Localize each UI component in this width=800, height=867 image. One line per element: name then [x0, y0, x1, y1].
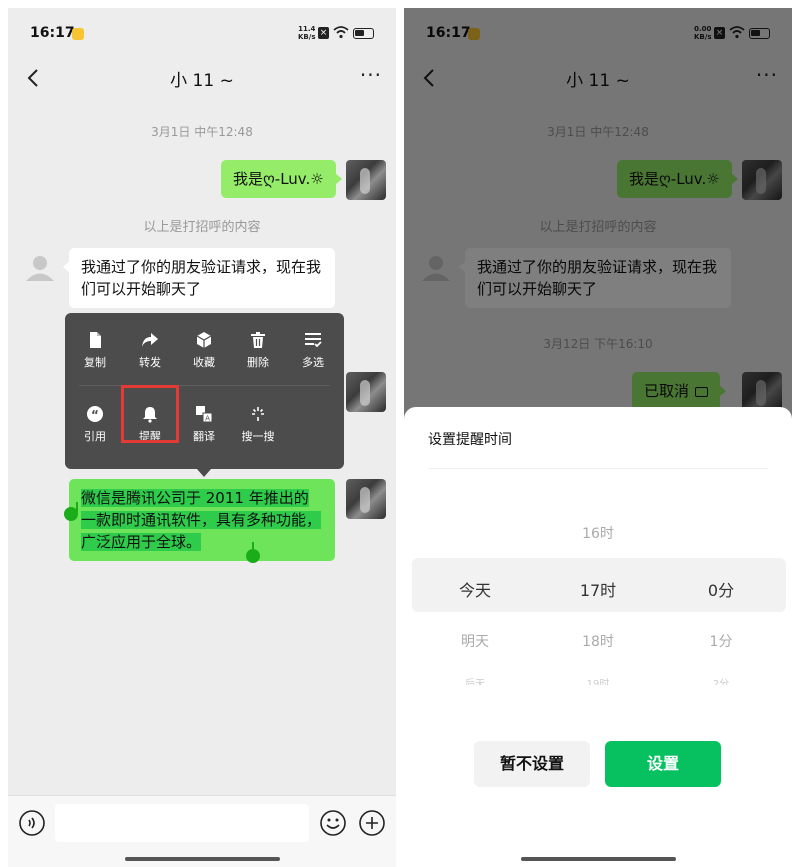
voice-icon[interactable]: [18, 809, 46, 837]
menu-label: 翻译: [193, 430, 215, 443]
menu-translate[interactable]: A 翻译: [177, 397, 231, 453]
minute-option-next[interactable]: 1分: [666, 631, 776, 651]
default-avatar-icon: [26, 256, 54, 281]
highlight-box: [121, 385, 179, 443]
menu-label: 搜一搜: [241, 430, 275, 443]
quote-icon: “: [87, 406, 103, 422]
menu-quote[interactable]: “ 引用: [68, 397, 122, 453]
selection-end-handle[interactable]: [246, 549, 260, 563]
my-avatar[interactable]: [346, 372, 386, 412]
menu-copy[interactable]: 复制: [68, 323, 122, 379]
sheet-divider: [428, 468, 768, 469]
my-avatar[interactable]: [346, 160, 386, 200]
delete-icon: [251, 332, 265, 348]
status-bar: 16:17 11.4 KB/s ×: [8, 8, 396, 58]
day-option-next2[interactable]: 后天: [420, 677, 530, 685]
sim-icon: ×: [318, 27, 329, 39]
menu-multiselect[interactable]: 多选: [286, 323, 340, 379]
reminder-title: 设置提醒时间: [428, 432, 512, 448]
svg-text:A: A: [205, 415, 210, 423]
menu-label: 多选: [302, 356, 324, 369]
forward-icon: [142, 333, 158, 347]
set-reminder-button[interactable]: 设置: [605, 741, 721, 787]
chat-screen-with-menu: 16:17 11.4 KB/s × 小 11 ~ ··· 3月1日 中午12:48…: [8, 8, 396, 867]
search-spark-icon: [252, 407, 264, 421]
reminder-bottom-sheet: 设置提醒时间 16时 今天 17时 0分 明天 18时 1分 后天 19时 2分…: [404, 407, 792, 867]
favorite-icon: [196, 332, 212, 348]
menu-favorite[interactable]: 收藏: [177, 323, 231, 379]
emoji-icon[interactable]: [319, 809, 347, 837]
menu-label: 删除: [247, 356, 269, 369]
input-bar: [8, 795, 396, 867]
chat-title: 小 11 ~: [170, 71, 234, 91]
selected-message-bubble[interactable]: 微信是腾讯公司于 2011 年推出的一款即时通讯软件，具有多种功能，广泛应用于全…: [69, 479, 335, 561]
menu-label: 转发: [139, 356, 161, 369]
selection-start-handle[interactable]: [64, 507, 78, 521]
skip-reminder-button[interactable]: 暂不设置: [474, 741, 590, 787]
day-option-next[interactable]: 明天: [420, 631, 530, 651]
selected-text: 微信是腾讯公司于 2011 年推出的一款即时通讯软件，具有多种功能，广泛应用于全…: [81, 489, 322, 551]
status-time: 16:17: [30, 25, 75, 41]
my-avatar[interactable]: [346, 479, 386, 519]
network-speed: 11.4 KB/s: [298, 25, 316, 41]
hour-picker-selected[interactable]: 17时: [543, 577, 653, 601]
multiselect-icon: [305, 333, 322, 348]
battery-icon: [353, 28, 374, 39]
menu-search[interactable]: 搜一搜: [231, 397, 285, 453]
menu-label: 复制: [84, 356, 106, 369]
svg-text:“: “: [91, 408, 99, 422]
menu-label: 收藏: [193, 356, 215, 369]
hour-option-next2[interactable]: 19时: [543, 677, 653, 685]
wifi-icon: [333, 26, 349, 39]
system-note: 以上是打招呼的内容: [143, 220, 261, 235]
hour-option-prev[interactable]: 16时: [543, 523, 653, 543]
chat-screen-with-reminder: 16:17 0.00KB/s × 小 11 ~ ··· 3月1日 中午12:48…: [404, 8, 792, 867]
home-indicator: [125, 857, 280, 861]
more-icon[interactable]: ···: [360, 63, 382, 87]
home-indicator: [521, 857, 676, 861]
message-input[interactable]: [55, 804, 309, 842]
minute-option-next2[interactable]: 2分: [666, 677, 776, 685]
menu-label: 引用: [84, 430, 106, 443]
chat-header: 小 11 ~ ···: [8, 58, 396, 98]
message-context-menu: 复制 转发 收藏 删除 多选 “ 引用 提醒 A 翻译 搜一搜: [65, 313, 344, 477]
translate-icon: A: [196, 406, 213, 423]
day-picker-selected[interactable]: 今天: [420, 577, 530, 601]
my-greeting-bubble[interactable]: 我是ღ-Luv.☼: [221, 160, 342, 198]
menu-forward[interactable]: 转发: [123, 323, 177, 379]
plus-icon[interactable]: [358, 809, 386, 837]
minute-picker-selected[interactable]: 0分: [666, 577, 776, 601]
hour-option-next[interactable]: 18时: [543, 631, 653, 651]
friend-avatar[interactable]: [20, 248, 60, 288]
copy-icon: [90, 332, 101, 348]
notification-icon: [72, 28, 84, 40]
timestamp: 3月1日 中午12:48: [151, 125, 253, 139]
menu-divider: [79, 385, 330, 386]
friend-message-bubble[interactable]: 我通过了你的朋友验证请求，现在我们可以开始聊天了: [63, 248, 335, 308]
menu-delete[interactable]: 删除: [231, 323, 285, 379]
